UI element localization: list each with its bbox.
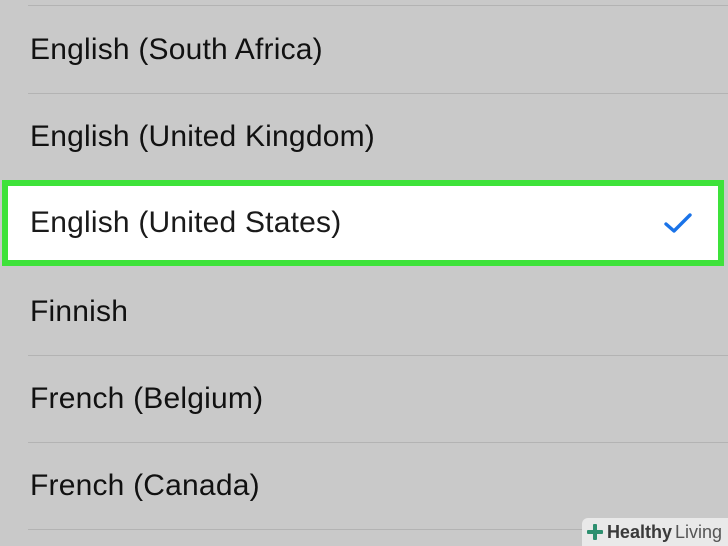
list-item-french-belgium[interactable]: French (Belgium) bbox=[0, 355, 728, 443]
list-item-english-united-states[interactable]: English (United States) bbox=[2, 180, 724, 266]
list-item-label: English (United Kingdom) bbox=[30, 119, 375, 153]
list-item-english-south-africa[interactable]: English (South Africa) bbox=[0, 6, 728, 94]
list-item-finnish[interactable]: Finnish bbox=[0, 268, 728, 356]
list-item-label: English (United States) bbox=[30, 206, 342, 239]
checkmark-icon bbox=[664, 213, 692, 233]
list-item-label: English (South Africa) bbox=[30, 32, 323, 66]
list-item-french-canada[interactable]: French (Canada) bbox=[0, 442, 728, 530]
language-selection-screen: English (South Africa) English (United K… bbox=[0, 0, 728, 546]
cross-logo-icon bbox=[586, 524, 603, 540]
list-item-label: French (Belgium) bbox=[30, 381, 264, 415]
watermark-brand-light: Living bbox=[674, 521, 722, 542]
list-item-label: Finnish bbox=[30, 294, 129, 328]
list-item-english-united-kingdom[interactable]: English (United Kingdom) bbox=[0, 93, 728, 180]
watermark-brand-bold: Healthy bbox=[606, 521, 672, 542]
watermark: Healthy Living bbox=[581, 518, 728, 546]
list-item-label: French (Canada) bbox=[30, 468, 260, 502]
